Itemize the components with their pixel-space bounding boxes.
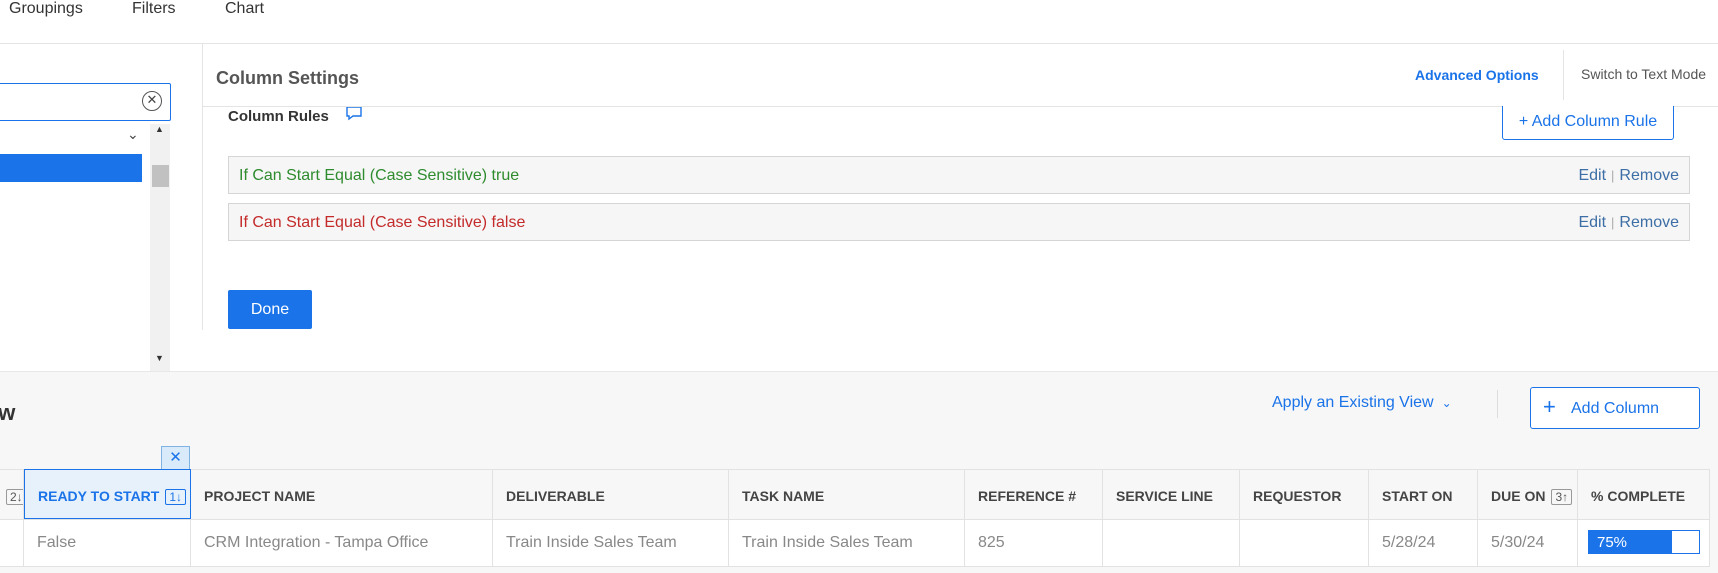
field-list-panel: ✕ ⌄ ▲ ▼ [0, 44, 200, 372]
table-cell-reference: 825 [965, 519, 1103, 567]
field-list-scrollbar[interactable] [150, 124, 170, 372]
table-cell-task-name: Train Inside Sales Team [729, 519, 965, 567]
table-cell-ready-to-start: False [24, 519, 191, 567]
remove-rule-link[interactable]: Remove [1619, 214, 1679, 231]
column-header-label: READY TO START [38, 488, 160, 504]
column-rule-text[interactable]: If Can Start Equal (Case Sensitive) fals… [239, 214, 525, 232]
comment-icon[interactable] [345, 107, 363, 121]
table-cell-project-name: CRM Integration - Tampa Office [191, 519, 493, 567]
column-header-percent-complete[interactable]: % COMPLETE [1578, 469, 1710, 519]
remove-rule-link[interactable]: Remove [1619, 167, 1679, 184]
column-rule-text[interactable]: If Can Start Equal (Case Sensitive) true [239, 167, 519, 185]
column-header[interactable]: 2↓ [0, 469, 24, 519]
column-header-start-on[interactable]: START ON [1369, 469, 1478, 519]
rule-actions: Edit | Remove [1578, 167, 1679, 185]
scrollbar-thumb[interactable] [152, 165, 169, 187]
plus-icon: + [1543, 394, 1556, 419]
advanced-options-link[interactable]: Advanced Options [1415, 67, 1539, 83]
scroll-up-arrow-icon[interactable]: ▲ [155, 124, 164, 134]
tab-groupings[interactable]: Groupings [9, 0, 83, 18]
percent-complete-text: 75% [1597, 534, 1628, 551]
table-cell [0, 519, 24, 567]
column-header-reference[interactable]: REFERENCE # [965, 469, 1103, 519]
column-rules-header: Column Rules [203, 107, 1718, 137]
column-header-label: % COMPLETE [1591, 488, 1686, 504]
table-cell-service-line [1103, 519, 1240, 567]
scroll-down-arrow-icon[interactable]: ▼ [155, 353, 164, 363]
column-header-requestor[interactable]: REQUESTOR [1240, 469, 1369, 519]
edit-rule-link[interactable]: Edit [1578, 167, 1606, 184]
panel-divider [202, 44, 203, 330]
table-cell-due-on: 5/30/24 [1478, 519, 1578, 567]
chevron-down-icon[interactable]: ⌄ [127, 126, 139, 143]
column-header-task-name[interactable]: TASK NAME [729, 469, 965, 519]
table-cell-requestor [1240, 519, 1369, 567]
toolbar-separator [1497, 390, 1498, 418]
column-header-project-name[interactable]: PROJECT NAME [191, 469, 493, 519]
chevron-down-icon: ⌄ [1441, 396, 1452, 410]
done-button[interactable]: Done [228, 290, 312, 329]
sort-order-badge: 3↑ [1551, 489, 1573, 505]
table-cell-start-on: 5/28/24 [1369, 519, 1478, 567]
column-header-label: REFERENCE # [978, 488, 1077, 504]
rule-actions: Edit | Remove [1578, 214, 1679, 232]
apply-existing-view-dropdown[interactable]: Apply an Existing View ⌄ [1272, 394, 1452, 412]
column-header-due-on[interactable]: DUE ON 3↑ [1478, 469, 1578, 519]
column-header-label: REQUESTOR [1253, 488, 1342, 504]
apply-existing-view-label: Apply an Existing View [1272, 394, 1434, 411]
column-header-label: DELIVERABLE [506, 488, 605, 504]
column-rules-label: Column Rules [228, 108, 329, 125]
add-column-rule-button[interactable]: + Add Column Rule [1502, 106, 1674, 140]
selected-field-row[interactable] [0, 154, 142, 182]
edit-rule-link[interactable]: Edit [1578, 214, 1606, 231]
column-header-label: TASK NAME [742, 488, 825, 504]
sort-order-badge: 2↓ [6, 489, 23, 505]
column-rule-row: If Can Start Equal (Case Sensitive) true… [228, 156, 1690, 194]
top-tab-bar: Groupings Filters Chart [0, 0, 1718, 44]
switch-to-text-mode-link[interactable]: Switch to Text Mode [1581, 66, 1706, 82]
column-header-ready-to-start[interactable]: READY TO START 1↓ [24, 469, 191, 519]
column-rule-row: If Can Start Equal (Case Sensitive) fals… [228, 203, 1690, 241]
column-header-label: DUE ON [1491, 488, 1546, 504]
column-settings-title: Column Settings [216, 68, 359, 88]
tab-filters[interactable]: Filters [132, 0, 176, 18]
percent-complete-bar: 75% [1588, 530, 1700, 554]
header-separator [1563, 50, 1564, 100]
column-header-deliverable[interactable]: DELIVERABLE [493, 469, 729, 519]
close-column-icon[interactable]: ✕ [161, 446, 190, 471]
column-header-service-line[interactable]: SERVICE LINE [1103, 469, 1240, 519]
column-header-label: SERVICE LINE [1116, 488, 1213, 504]
action-separator: | [1611, 215, 1615, 230]
tab-chart[interactable]: Chart [225, 0, 264, 18]
add-column-label: Add Column [1571, 400, 1660, 417]
column-header-label: START ON [1382, 488, 1453, 504]
sort-order-badge: 1↓ [165, 489, 187, 505]
table-cell-deliverable: Train Inside Sales Team [493, 519, 729, 567]
view-title: ew [0, 400, 16, 425]
column-header-label: PROJECT NAME [204, 488, 316, 504]
action-separator: | [1611, 168, 1615, 183]
add-column-button[interactable]: + Add Column [1530, 387, 1700, 429]
clear-search-icon[interactable]: ✕ [142, 91, 162, 111]
